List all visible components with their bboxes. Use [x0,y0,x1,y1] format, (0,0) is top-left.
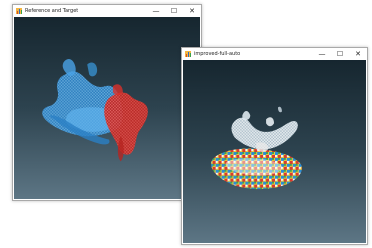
minimize-button[interactable]: — [313,48,331,60]
window-title: improved-full-auto [194,51,241,57]
registered-point-cloud-plot[interactable] [183,60,366,243]
title-bar[interactable]: improved-full-auto — ☐ ✕ [182,48,367,60]
window-reference-and-target[interactable]: Reference and Target — ☐ ✕ [12,4,202,201]
matlab-figure-icon [16,8,22,14]
aligned-reference-cloud [231,106,298,150]
figure-canvas[interactable] [14,17,200,199]
title-bar[interactable]: Reference and Target — ☐ ✕ [13,5,201,17]
point-cloud-plot[interactable] [14,17,200,199]
window-improved-full-auto[interactable]: improved-full-auto — ☐ ✕ [181,47,368,245]
window-title: Reference and Target [25,8,79,14]
maximize-button[interactable]: ☐ [165,5,183,17]
matlab-figure-icon [185,51,191,57]
maximize-button[interactable]: ☐ [331,48,349,60]
figure-canvas[interactable] [183,60,366,243]
merged-point-cloud-ring [211,142,303,190]
close-button[interactable]: ✕ [183,5,201,17]
minimize-button[interactable]: — [147,5,165,17]
close-button[interactable]: ✕ [349,48,367,60]
